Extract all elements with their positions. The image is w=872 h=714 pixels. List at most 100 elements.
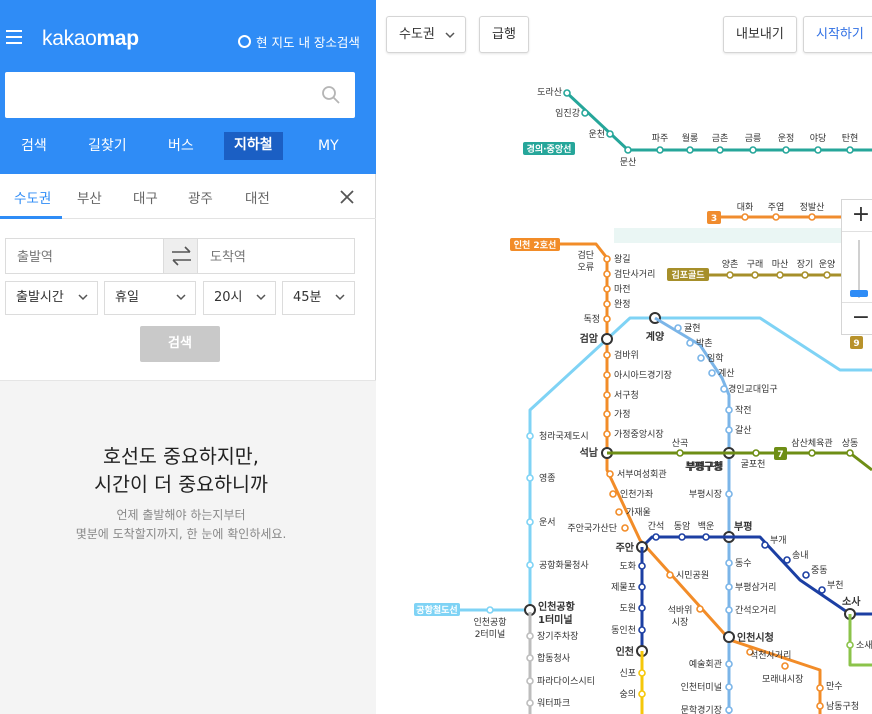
station-label-gyeongui[interactable]: 금촌 xyxy=(712,133,729,144)
station-dot[interactable] xyxy=(725,583,733,591)
station-dot[interactable] xyxy=(609,490,617,498)
region-tab-daejeon[interactable]: 대전 xyxy=(245,187,270,207)
local-search-toggle[interactable]: 현 지도 내 장소검색 xyxy=(238,32,360,51)
station-label-maglev[interactable]: 파라다이스시티 xyxy=(537,676,595,687)
station-dot[interactable] xyxy=(823,271,831,279)
station-label-gyeongui[interactable]: 탄현 xyxy=(842,133,859,144)
station-dot[interactable] xyxy=(751,271,759,279)
station-dot[interactable] xyxy=(678,533,686,541)
station-label-airport[interactable]: 2터미널 xyxy=(475,629,506,640)
tab-bus[interactable]: 버스 xyxy=(168,133,194,161)
station-dot[interactable] xyxy=(615,508,623,516)
station-dot[interactable] xyxy=(702,533,710,541)
line3-label[interactable]: 3 xyxy=(711,214,717,224)
station-label-gimpo[interactable]: 구래 xyxy=(747,259,764,270)
station-dot[interactable] xyxy=(741,213,749,221)
station-label-incheon2[interactable]: 인천가좌 xyxy=(620,489,653,500)
station-dot[interactable] xyxy=(526,677,534,685)
swap-button[interactable] xyxy=(163,239,198,273)
station-dot[interactable] xyxy=(776,271,784,279)
station-dot[interactable] xyxy=(696,605,704,613)
station-dot[interactable] xyxy=(772,213,780,221)
station-dot[interactable] xyxy=(526,518,534,526)
station-label-incheon1[interactable]: 부평 xyxy=(734,520,752,533)
express-button[interactable]: 급행 xyxy=(479,16,529,53)
station-label-incheon1[interactable]: 귤현 xyxy=(684,323,701,334)
station-dot[interactable] xyxy=(606,470,614,478)
station-dot[interactable] xyxy=(603,270,611,278)
station-dot[interactable] xyxy=(783,556,791,564)
station-label-incheon2[interactable]: 검암 xyxy=(580,333,599,345)
station-dot[interactable] xyxy=(686,146,694,154)
tab-search[interactable]: 검색 xyxy=(21,133,47,161)
station-label-incheon2[interactable]: 검단사거리 xyxy=(614,268,655,280)
station-label-incheon2[interactable]: 가정중앙시장 xyxy=(614,428,664,440)
station-dot[interactable] xyxy=(808,213,816,221)
station-label-incheon2[interactable]: 아시아드경기장 xyxy=(614,369,672,381)
station-label-line7[interactable]: 삼산체육관 xyxy=(791,438,832,449)
station-dot[interactable] xyxy=(676,449,684,457)
station-label-gyeongui[interactable]: 운정 xyxy=(778,133,795,144)
station-dot[interactable] xyxy=(638,690,646,698)
station-label-airport[interactable]: 청라국제도시 xyxy=(539,431,589,442)
station-dot[interactable] xyxy=(526,561,534,569)
station-label-suin[interactable]: 동인천 xyxy=(611,625,636,636)
station-label-seohae[interactable]: 소새울 xyxy=(856,640,872,651)
station-label-gyeongui[interactable]: 금릉 xyxy=(745,133,762,144)
station-dot[interactable] xyxy=(720,385,728,393)
station-label-line3[interactable]: 대화 xyxy=(737,202,754,213)
station-dot[interactable] xyxy=(526,474,534,482)
station-label-airport[interactable]: 영종 xyxy=(539,473,556,484)
station-dot[interactable] xyxy=(816,702,824,710)
station-label-maglev[interactable]: 워터파크 xyxy=(537,698,570,709)
station-dot[interactable] xyxy=(725,706,733,714)
station-dot[interactable] xyxy=(603,391,611,399)
station-label-gimpo[interactable]: 장기 xyxy=(797,259,814,270)
station-label-incheon2[interactable]: 시장 xyxy=(672,617,689,628)
station-label-incheon2[interactable]: 독정 xyxy=(583,314,600,325)
station-dot[interactable] xyxy=(708,369,716,377)
metro-map-svg[interactable]: 경의·중앙선 도라산임진강운천문산 파주 월롱 금촌 금릉 운정 야당 탄현 3 대화 주엽 정발산김포… xyxy=(377,0,872,714)
station-label-airport[interactable]: 인천공항 xyxy=(538,600,576,613)
station-dot[interactable] xyxy=(526,699,534,707)
station-label-maglev[interactable]: 장기주차장 xyxy=(537,630,578,642)
station-label-incheon2[interactable]: 마전 xyxy=(614,284,631,295)
station-dot[interactable] xyxy=(526,654,534,662)
station-label-line1[interactable]: 주안 xyxy=(616,541,635,554)
search-icon[interactable] xyxy=(321,85,341,105)
station-label-incheon1[interactable]: 예술회관 xyxy=(689,659,722,670)
station-dot[interactable] xyxy=(761,541,769,549)
station-label-airport[interactable]: 계양 xyxy=(646,330,665,343)
station-label-airport[interactable]: 공항화물청사 xyxy=(539,560,589,571)
station-label-line1[interactable]: 중동 xyxy=(811,565,828,576)
station-label-incheon2[interactable]: 석바위 xyxy=(668,605,693,616)
station-dot[interactable] xyxy=(801,271,809,279)
station-dot[interactable] xyxy=(624,146,632,154)
station-label-line7[interactable]: 상동 xyxy=(842,438,859,449)
incheon-cityhall-station[interactable] xyxy=(723,631,735,643)
station-label-line3[interactable]: 정발산 xyxy=(800,202,825,213)
station-label-incheon1[interactable]: 작전 xyxy=(735,405,752,416)
station-label-incheon2[interactable]: 가정 xyxy=(614,409,631,420)
station-label-line1[interactable]: 동암 xyxy=(674,520,691,532)
gyeongui-label[interactable]: 경의·중앙선 xyxy=(527,143,572,155)
station-dot[interactable] xyxy=(725,606,733,614)
station-dot[interactable] xyxy=(802,571,810,579)
line9-label[interactable]: 9 xyxy=(853,339,859,349)
station-label-incheon2[interactable]: 검바위 xyxy=(614,349,639,361)
station-dot[interactable] xyxy=(726,271,734,279)
station-dot[interactable] xyxy=(603,255,611,263)
region-tab-capital[interactable]: 수도권 xyxy=(14,187,51,207)
station-label-suin[interactable]: 도화 xyxy=(619,561,636,572)
station-dot[interactable] xyxy=(814,146,822,154)
station-label-incheon2[interactable]: 석천사거리 xyxy=(750,650,791,661)
search-input[interactable] xyxy=(5,72,305,118)
station-dot[interactable] xyxy=(603,285,611,293)
station-label-incheon1[interactable]: 문학경기장 xyxy=(681,704,722,714)
station-dot[interactable] xyxy=(666,571,674,579)
station-label-incheon1[interactable]: 인천시청 xyxy=(737,631,774,644)
station-dot[interactable] xyxy=(603,430,611,438)
station-dot[interactable] xyxy=(846,449,854,457)
station-label-incheon2[interactable]: 서구청 xyxy=(614,390,639,401)
station-dot[interactable] xyxy=(674,324,682,332)
